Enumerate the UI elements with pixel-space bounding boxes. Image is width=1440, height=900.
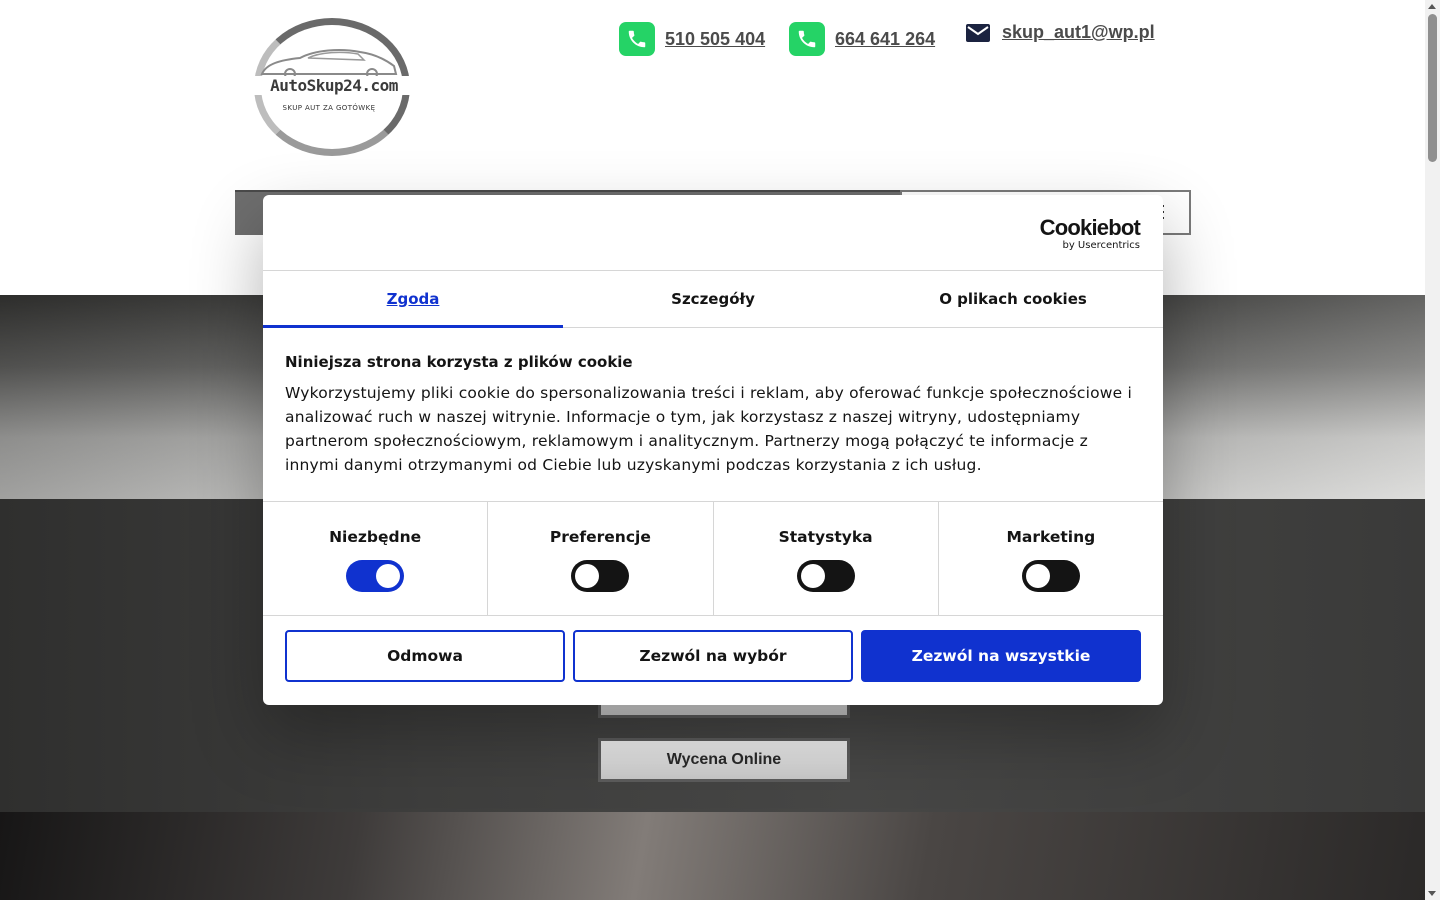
cookiebot-logo: Cookiebot by Usercentrics [1039, 215, 1141, 252]
toggle-group-preferencje: Preferencje [488, 502, 714, 615]
allow-selection-button[interactable]: Zezwól na wybór [573, 630, 853, 682]
toggle-switch-niezbedne[interactable] [346, 560, 405, 592]
tab-o-plikach-cookies[interactable]: O plikach cookies [863, 270, 1163, 327]
toggle-knob [376, 564, 401, 588]
toggle-label: Preferencje [549, 528, 651, 546]
cookiebot-brand: Cookiebot [1039, 215, 1141, 240]
page-scrollbar[interactable] [1425, 0, 1440, 900]
phone-icon [619, 22, 655, 56]
contact-phone-1: 510 505 404 [619, 22, 765, 56]
scroll-up-arrow-icon[interactable] [1428, 4, 1436, 9]
mail-icon [966, 23, 990, 42]
logo-tagline: SKUP AUT ZA GOTÓWKĘ [282, 104, 376, 112]
wycena-online-button[interactable]: Wycena Online [598, 738, 850, 782]
phone-link-2[interactable]: 664 641 264 [835, 29, 935, 50]
dialog-tabs: Zgoda Szczegóły O plikach cookies [263, 270, 1163, 328]
dialog-header: Cookiebot by Usercentrics [263, 195, 1163, 271]
toggle-switch-statystyka[interactable] [796, 560, 855, 592]
cookie-consent-dialog: Cookiebot by Usercentrics Zgoda Szczegół… [263, 195, 1163, 705]
tab-zgoda[interactable]: Zgoda [263, 270, 563, 328]
dialog-buttons: Odmowa Zezwól na wybór Zezwól na wszystk… [285, 630, 1141, 683]
hero-image-bottom [0, 812, 1425, 900]
toggle-knob [800, 564, 825, 588]
dialog-title: Niniejsza strona korzysta z plików cooki… [285, 353, 633, 371]
toggle-switch-marketing[interactable] [1021, 560, 1080, 592]
phone-link-1[interactable]: 510 505 404 [665, 29, 765, 50]
toggle-group-statystyka: Statystyka [714, 502, 939, 615]
scroll-thumb[interactable] [1428, 14, 1437, 162]
contact-email: skup_aut1@wp.pl [966, 22, 1155, 43]
toggle-label: Marketing [1006, 528, 1096, 546]
toggle-switch-preferencje[interactable] [571, 560, 630, 592]
page: AutoSkup24.com SKUP AUT ZA GOTÓWKĘ 510 5… [0, 0, 1425, 900]
toggle-knob [1025, 564, 1050, 588]
toggle-group-marketing: Marketing [939, 502, 1163, 615]
dialog-text: Wykorzystujemy pliki cookie do spersonal… [285, 384, 1133, 474]
toggle-label: Niezbędne [329, 528, 422, 546]
toggle-group-niezbedne: Niezbędne [263, 502, 489, 615]
contact-phone-2: 664 641 264 [789, 22, 935, 56]
toggle-label: Statystyka [778, 528, 873, 546]
scroll-down-arrow-icon[interactable] [1428, 891, 1436, 896]
logo-brand: AutoSkup24.com [254, 76, 414, 95]
email-link[interactable]: skup_aut1@wp.pl [1002, 22, 1155, 43]
consent-toggles: Niezbędne Preferencje Statystyka Marketi… [263, 501, 1163, 616]
allow-all-button[interactable]: Zezwól na wszystkie [861, 630, 1141, 682]
deny-button[interactable]: Odmowa [285, 630, 565, 682]
phone-icon [789, 22, 825, 56]
cookiebot-brand-sub: by Usercentrics [1062, 240, 1140, 251]
toggle-knob [575, 564, 600, 588]
site-logo[interactable]: AutoSkup24.com SKUP AUT ZA GOTÓWKĘ [254, 18, 414, 160]
car-logo-icon [260, 49, 398, 80]
tab-szczegoly[interactable]: Szczegóły [563, 270, 863, 327]
